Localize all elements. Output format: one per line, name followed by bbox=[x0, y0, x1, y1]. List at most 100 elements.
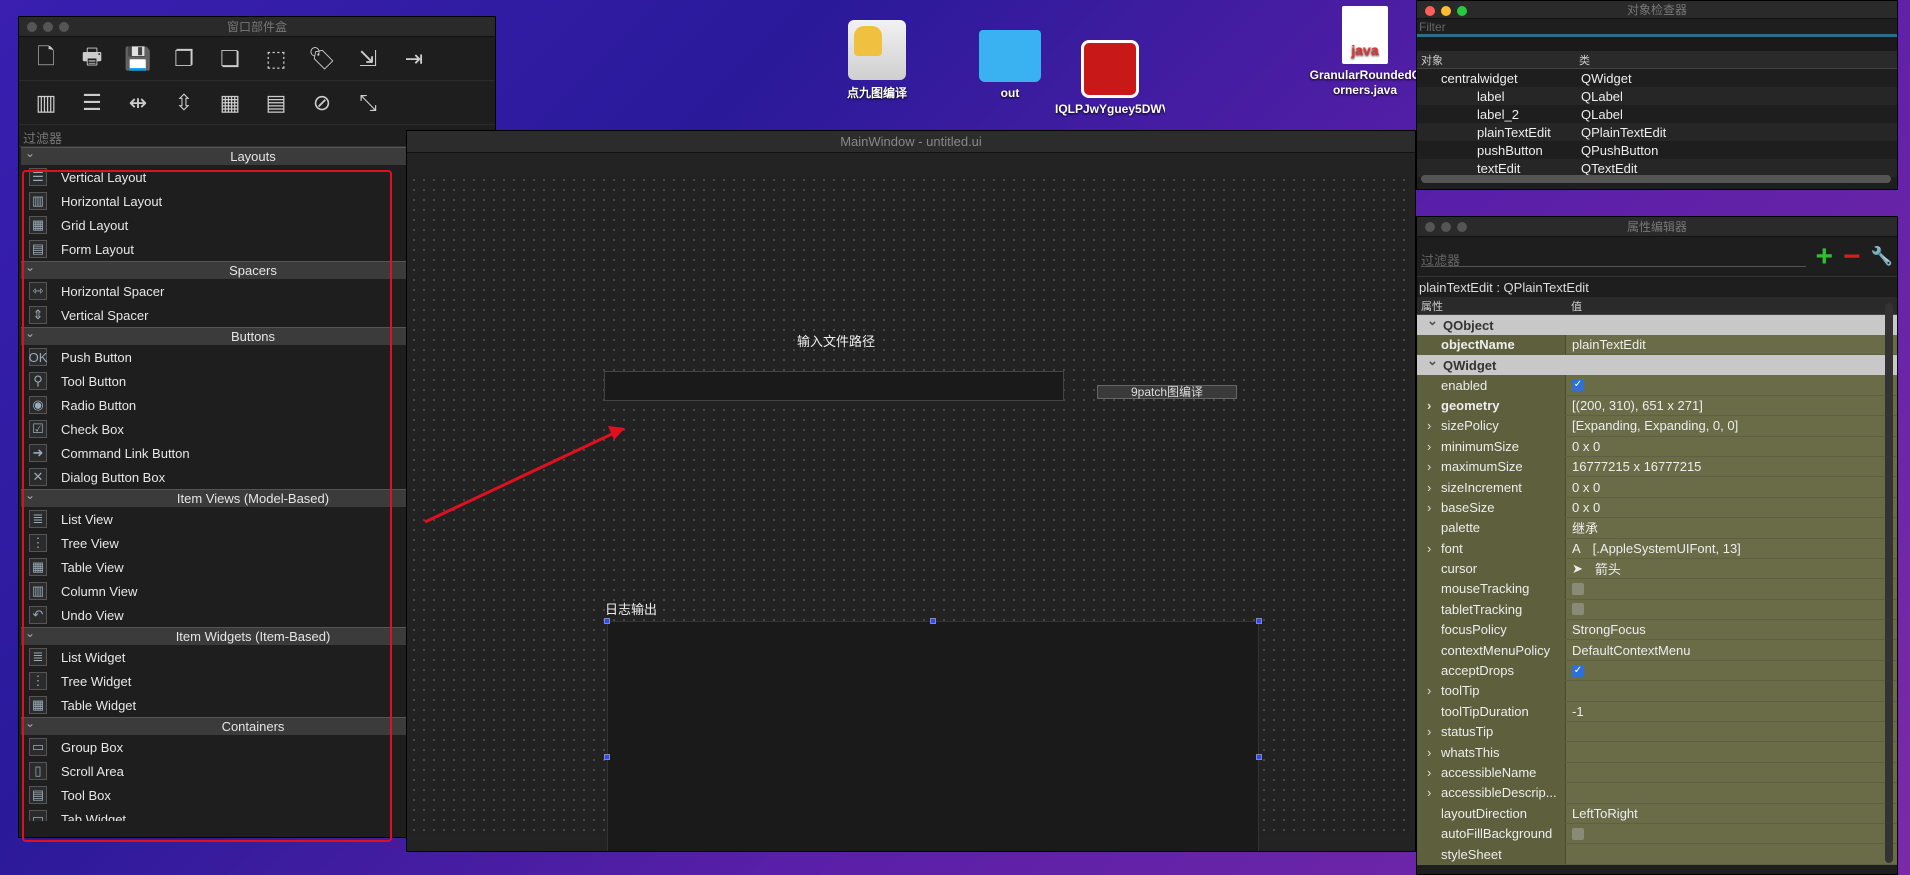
object-row[interactable]: label_2 QLabel bbox=[1417, 105, 1897, 123]
property-value[interactable] bbox=[1565, 762, 1897, 783]
property-value[interactable]: LeftToRight bbox=[1565, 803, 1897, 823]
property-value[interactable]: A [.AppleSystemUIFont, 13] bbox=[1565, 538, 1897, 558]
property-value[interactable]: [(200, 310), 651 x 271] bbox=[1565, 395, 1897, 416]
property-row[interactable]: styleSheet bbox=[1417, 844, 1897, 865]
property-row[interactable]: toolTipDuration -1 bbox=[1417, 701, 1897, 723]
property-row[interactable]: mouseTracking bbox=[1417, 579, 1897, 600]
object-filter-input[interactable]: Filter bbox=[1417, 19, 1897, 37]
log-plain-text-edit[interactable] bbox=[607, 621, 1259, 851]
remove-property-icon[interactable]: − bbox=[1843, 241, 1861, 271]
property-row[interactable]: objectName plainTextEdit bbox=[1417, 335, 1897, 356]
property-value[interactable] bbox=[1565, 579, 1897, 599]
add-property-icon[interactable]: + bbox=[1816, 241, 1834, 271]
property-value[interactable] bbox=[1565, 823, 1897, 844]
save-icon[interactable]: 💾 bbox=[121, 43, 155, 75]
layout-splitter-v-icon[interactable]: ⇳ bbox=[167, 87, 201, 119]
col-class[interactable]: 类 bbox=[1575, 52, 1590, 68]
property-value[interactable]: plainTextEdit bbox=[1565, 335, 1897, 355]
property-value[interactable]: 0 x 0 bbox=[1565, 497, 1897, 518]
property-row[interactable]: enabled ✓ bbox=[1417, 375, 1897, 396]
property-value[interactable] bbox=[1565, 599, 1897, 620]
property-value[interactable]: StrongFocus bbox=[1565, 620, 1897, 640]
property-row[interactable]: font A [.AppleSystemUIFont, 13] bbox=[1417, 538, 1897, 559]
property-row[interactable]: baseSize 0 x 0 bbox=[1417, 497, 1897, 519]
property-row[interactable]: statusTip bbox=[1417, 722, 1897, 743]
resize-handle[interactable] bbox=[930, 618, 936, 624]
property-value[interactable]: [Expanding, Expanding, 0, 0] bbox=[1565, 416, 1897, 436]
window-controls[interactable] bbox=[27, 22, 69, 32]
property-value[interactable]: ✓ bbox=[1565, 375, 1897, 395]
desktop-icon-image[interactable]: IQLPJwYguey5DWVeV... bbox=[1055, 40, 1165, 117]
property-row[interactable]: contextMenuPolicy DefaultContextMenu bbox=[1417, 640, 1897, 661]
desktop-icon-out[interactable]: out bbox=[955, 30, 1065, 100]
path-line-edit[interactable] bbox=[604, 371, 1064, 401]
layout-grid-icon[interactable]: ▦ bbox=[213, 87, 247, 119]
scrollbar[interactable] bbox=[1885, 303, 1893, 863]
property-value[interactable]: 0 x 0 bbox=[1565, 436, 1897, 456]
widget-edit-icon[interactable]: ⬚ bbox=[259, 43, 293, 75]
wrench-icon[interactable]: 🔧 bbox=[1871, 246, 1893, 267]
property-row[interactable]: minimumSize 0 x 0 bbox=[1417, 436, 1897, 457]
checkbox[interactable] bbox=[1572, 827, 1584, 840]
resize-handle[interactable] bbox=[604, 618, 610, 624]
property-row[interactable]: geometry [(200, 310), 651 x 271] bbox=[1417, 395, 1897, 417]
property-row[interactable]: accessibleName bbox=[1417, 762, 1897, 784]
property-value[interactable] bbox=[1565, 742, 1897, 762]
break-layout-icon[interactable]: ⊘ bbox=[305, 87, 339, 119]
layout-vertical-icon[interactable]: ☰ bbox=[75, 87, 109, 119]
property-row[interactable]: maximumSize 16777215 x 16777215 bbox=[1417, 456, 1897, 478]
property-row[interactable]: palette 继承 bbox=[1417, 518, 1897, 539]
property-row[interactable]: sizeIncrement 0 x 0 bbox=[1417, 477, 1897, 498]
col-value[interactable]: 值 bbox=[1565, 298, 1582, 314]
compile-button[interactable]: 9patch图编译 bbox=[1097, 385, 1237, 399]
checkbox[interactable] bbox=[1572, 603, 1584, 616]
layout-splitter-h-icon[interactable]: ⇹ bbox=[121, 87, 155, 119]
property-row[interactable]: cursor ➤ 箭头 bbox=[1417, 558, 1897, 580]
tag-edit-icon[interactable]: 🏷 bbox=[305, 43, 339, 75]
paste-icon[interactable]: ❏ bbox=[213, 43, 247, 75]
property-row[interactable]: acceptDrops ✓ bbox=[1417, 660, 1897, 682]
property-row[interactable]: autoFillBackground bbox=[1417, 823, 1897, 845]
window-controls[interactable] bbox=[1425, 222, 1467, 232]
property-value[interactable] bbox=[1565, 681, 1897, 701]
print-icon[interactable]: 🖶 bbox=[75, 43, 109, 75]
property-row[interactable]: whatsThis bbox=[1417, 742, 1897, 763]
layout-horizontal-icon[interactable]: ▥ bbox=[29, 87, 63, 119]
signal-slot-icon[interactable]: ⇲ bbox=[351, 43, 385, 75]
checkbox[interactable]: ✓ bbox=[1572, 379, 1584, 392]
property-filter-input[interactable]: 过滤器 bbox=[1421, 247, 1806, 268]
group-qobject[interactable]: QObject bbox=[1417, 313, 1897, 335]
object-row[interactable]: label QLabel bbox=[1417, 87, 1897, 105]
property-row[interactable]: sizePolicy [Expanding, Expanding, 0, 0] bbox=[1417, 416, 1897, 437]
property-row[interactable]: accessibleDescrip... bbox=[1417, 783, 1897, 804]
property-value[interactable]: 0 x 0 bbox=[1565, 477, 1897, 497]
resize-handle[interactable] bbox=[1256, 618, 1262, 624]
object-row[interactable]: centralwidget QWidget bbox=[1417, 69, 1897, 87]
col-property[interactable]: 属性 bbox=[1417, 298, 1565, 314]
desktop-icon-java[interactable]: java GranularRoundedC orners.java bbox=[1305, 6, 1425, 98]
property-row[interactable]: layoutDirection LeftToRight bbox=[1417, 803, 1897, 824]
checkbox[interactable] bbox=[1572, 582, 1584, 595]
property-value[interactable]: 继承 bbox=[1565, 518, 1897, 538]
window-controls[interactable] bbox=[1425, 6, 1467, 16]
copy-icon[interactable]: ❐ bbox=[167, 43, 201, 75]
resize-handle[interactable] bbox=[1256, 754, 1262, 760]
property-value[interactable]: DefaultContextMenu bbox=[1565, 640, 1897, 660]
property-value[interactable]: 16777215 x 16777215 bbox=[1565, 456, 1897, 477]
property-value[interactable] bbox=[1565, 783, 1897, 803]
layout-form-icon[interactable]: ▤ bbox=[259, 87, 293, 119]
property-value[interactable]: ➤ 箭头 bbox=[1565, 558, 1897, 579]
scrollbar[interactable] bbox=[1421, 175, 1891, 183]
new-file-icon[interactable]: 🗋 bbox=[29, 43, 63, 75]
checkbox[interactable]: ✓ bbox=[1572, 664, 1584, 677]
col-object[interactable]: 对象 bbox=[1417, 52, 1575, 68]
adjust-size-icon[interactable]: ⤡ bbox=[351, 87, 385, 119]
property-value[interactable]: -1 bbox=[1565, 701, 1897, 722]
property-value[interactable]: ✓ bbox=[1565, 660, 1897, 681]
resize-handle[interactable] bbox=[604, 754, 610, 760]
object-row[interactable]: plainTextEdit QPlainTextEdit bbox=[1417, 123, 1897, 141]
property-row[interactable]: tabletTracking bbox=[1417, 599, 1897, 621]
property-value[interactable] bbox=[1565, 722, 1897, 742]
object-row[interactable]: pushButton QPushButton bbox=[1417, 141, 1897, 159]
property-value[interactable] bbox=[1565, 844, 1897, 864]
